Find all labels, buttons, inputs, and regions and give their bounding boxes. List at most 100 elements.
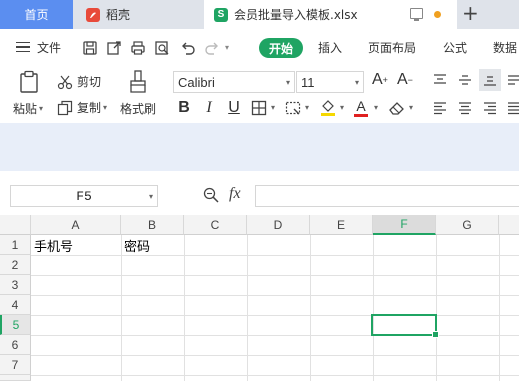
menu-start[interactable]: 开始 <box>259 38 303 58</box>
export-icon[interactable] <box>106 40 122 56</box>
monitor-icon[interactable] <box>410 8 423 21</box>
grid-line <box>310 235 311 381</box>
font-name-select[interactable]: Calibri ▾ <box>173 71 295 93</box>
row-header-5[interactable]: 5 <box>0 315 31 335</box>
cut-button[interactable]: 剪切 <box>57 73 101 90</box>
font-name-caret-icon: ▾ <box>285 78 290 87</box>
borders-caret-icon[interactable]: ▾ <box>269 103 275 112</box>
row-header-4[interactable]: 4 <box>0 295 31 315</box>
column-header-f[interactable]: F <box>373 215 436 235</box>
format-painter-icon[interactable] <box>128 70 148 94</box>
row-header-7[interactable]: 7 <box>0 355 31 375</box>
quick-access-more-icon[interactable]: ▾ <box>225 29 229 65</box>
zoom-search-icon[interactable] <box>203 187 219 203</box>
row-header-8[interactable] <box>0 375 31 381</box>
fill-color-icon[interactable] <box>320 99 336 117</box>
grid-line <box>373 235 374 381</box>
cell-style-icon[interactable] <box>285 100 301 116</box>
font-size-value: 11 <box>301 74 315 90</box>
underline-icon[interactable]: U <box>226 98 242 118</box>
menu-data[interactable]: 数据 <box>493 29 517 65</box>
align-right-icon[interactable] <box>483 101 497 115</box>
grid-line <box>121 235 122 381</box>
grid-line <box>31 275 519 276</box>
increase-font-size-icon[interactable]: A + <box>372 71 388 89</box>
row-header-3[interactable]: 3 <box>0 275 31 295</box>
save-icon[interactable] <box>82 40 98 56</box>
name-box[interactable]: F5 ▾ <box>10 185 158 207</box>
font-size-caret-icon: ▾ <box>354 78 359 87</box>
column-header-b[interactable]: B <box>121 215 184 235</box>
cell-b1[interactable]: 密码 <box>121 235 184 255</box>
redo-icon[interactable] <box>204 40 220 56</box>
daoke-logo-icon <box>86 7 100 22</box>
grid-line <box>31 355 519 356</box>
align-center-icon[interactable] <box>458 101 472 115</box>
paste-label: 粘贴 <box>13 102 38 116</box>
bold-icon[interactable]: B <box>176 98 192 118</box>
eraser-caret-icon[interactable]: ▾ <box>407 103 413 112</box>
grid-line <box>499 235 500 381</box>
grid-line <box>31 335 519 336</box>
row-header-6[interactable]: 6 <box>0 335 31 355</box>
align-bottom-button[interactable] <box>479 69 501 91</box>
tab-file-label: 会员批量导入模板.xlsx <box>234 8 358 22</box>
select-all-corner[interactable] <box>0 215 31 235</box>
menu-insert[interactable]: 插入 <box>318 29 342 65</box>
grid-line <box>31 255 519 256</box>
formula-input[interactable] <box>255 185 519 207</box>
eraser-icon[interactable] <box>388 100 406 116</box>
column-header-c[interactable]: C <box>184 215 247 235</box>
copy-button[interactable]: 复制 ▾ <box>57 99 107 116</box>
wrap-text-icon[interactable] <box>507 73 519 87</box>
paste-icon[interactable] <box>18 70 40 94</box>
row-header-2[interactable]: 2 <box>0 255 31 275</box>
column-header-a[interactable]: A <box>31 215 121 235</box>
active-cell-f5[interactable] <box>371 314 439 338</box>
fill-color-caret-icon[interactable]: ▾ <box>338 103 344 112</box>
font-color-icon[interactable]: A <box>353 98 369 118</box>
print-preview-icon[interactable] <box>154 40 170 56</box>
align-middle-icon[interactable] <box>458 73 472 87</box>
borders-icon[interactable] <box>251 100 267 116</box>
row-header-1[interactable]: 1 <box>0 235 31 255</box>
grid-line <box>436 235 437 381</box>
menu-page-layout[interactable]: 页面布局 <box>368 29 416 65</box>
column-header-d[interactable]: D <box>247 215 310 235</box>
undo-icon[interactable] <box>180 40 196 56</box>
tab-daoke[interactable]: 稻壳 <box>76 0 201 29</box>
insert-function-fx[interactable]: fx <box>229 185 241 203</box>
new-tab-plus-icon[interactable]: + <box>462 3 479 23</box>
name-box-value: F5 <box>76 188 92 204</box>
font-size-select[interactable]: 11 ▾ <box>296 71 364 93</box>
font-color-caret-icon[interactable]: ▾ <box>372 103 378 112</box>
cell-style-caret-icon[interactable]: ▾ <box>303 103 309 112</box>
align-left-icon[interactable] <box>433 101 447 115</box>
align-top-icon[interactable] <box>433 73 447 87</box>
tab-home[interactable]: 首页 <box>0 0 73 29</box>
ribbon-toolbar: 粘贴 ▾ 剪切 复制 ▾ 格式刷 Calibri ▾ 11 ▾ A + A − B I <box>0 65 519 123</box>
column-header-h[interactable] <box>499 215 519 235</box>
menu-formula[interactable]: 公式 <box>443 29 467 65</box>
grid-line <box>184 235 185 381</box>
cut-label: 剪切 <box>77 75 102 89</box>
tab-bar: 首页 稻壳 S 会员批量导入模板.xlsx + <box>0 0 519 29</box>
scissors-icon <box>57 75 73 89</box>
decrease-font-size-icon[interactable]: A − <box>397 71 413 89</box>
grid-line <box>31 315 519 316</box>
menu-file[interactable]: 文件 <box>37 29 61 65</box>
italic-icon[interactable]: I <box>201 98 217 118</box>
tab-home-label: 首页 <box>24 8 49 22</box>
font-name-value: Calibri <box>178 74 215 90</box>
grid-line <box>31 295 519 296</box>
paste-button[interactable]: 粘贴 ▾ <box>13 100 43 117</box>
justify-icon[interactable] <box>507 101 519 115</box>
formula-bar: F5 ▾ fx <box>0 171 519 215</box>
format-painter-button[interactable]: 格式刷 <box>120 100 156 117</box>
hamburger-menu-icon[interactable] <box>16 42 30 52</box>
column-header-e[interactable]: E <box>310 215 373 235</box>
unsaved-dot-icon <box>434 11 441 18</box>
cell-a1[interactable]: 手机号 <box>31 235 121 255</box>
print-icon[interactable] <box>130 40 146 56</box>
column-header-g[interactable]: G <box>436 215 499 235</box>
